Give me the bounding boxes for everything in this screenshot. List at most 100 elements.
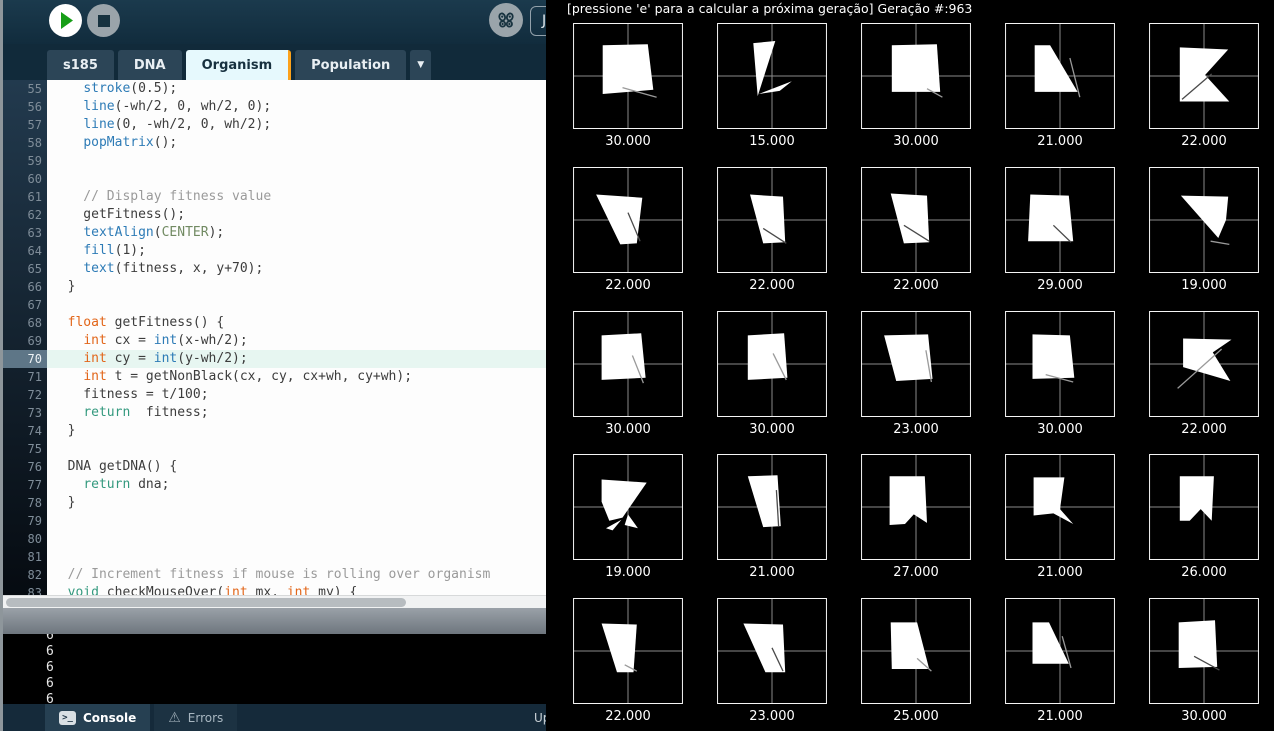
line-number[interactable]: 75 <box>3 440 47 458</box>
tab-menu-arrow[interactable]: ▼ <box>410 50 431 80</box>
line-number[interactable]: 80 <box>3 530 47 548</box>
line-number[interactable]: 70 <box>3 350 47 368</box>
code-line[interactable]: 64 fill(1); <box>3 242 546 260</box>
line-number[interactable]: 68 <box>3 314 47 332</box>
line-number[interactable]: 72 <box>3 386 47 404</box>
organism-canvas[interactable] <box>1005 311 1115 417</box>
line-number[interactable]: 65 <box>3 260 47 278</box>
organism-cell[interactable]: 21.000 <box>1005 454 1115 581</box>
organism-canvas[interactable] <box>1149 167 1259 273</box>
organism-canvas[interactable] <box>1005 598 1115 704</box>
horizontal-scrollbar[interactable] <box>0 595 546 608</box>
line-number[interactable]: 63 <box>3 224 47 242</box>
organism-canvas[interactable] <box>717 23 827 129</box>
code-editor[interactable]: 55 stroke(0.5);56 line(-wh/2, 0, wh/2, 0… <box>3 80 546 595</box>
line-number[interactable]: 81 <box>3 548 47 566</box>
code-line[interactable]: 63 textAlign(CENTER); <box>3 224 546 242</box>
updates-link[interactable]: Up <box>534 704 546 731</box>
line-number[interactable]: 79 <box>3 512 47 530</box>
organism-canvas[interactable] <box>1149 23 1259 129</box>
code-line[interactable]: 57 line(0, -wh/2, 0, wh/2); <box>3 116 546 134</box>
organism-canvas[interactable] <box>1149 598 1259 704</box>
organism-canvas[interactable] <box>573 311 683 417</box>
line-number[interactable]: 60 <box>3 170 47 188</box>
mode-selector-button[interactable]: J <box>530 6 546 36</box>
code-line[interactable]: 70 int cy = int(y-wh/2); <box>3 350 546 368</box>
organism-cell[interactable]: 22.000 <box>573 167 683 294</box>
organism-canvas[interactable] <box>861 167 971 273</box>
organism-cell[interactable]: 22.000 <box>1149 23 1259 150</box>
organism-cell[interactable]: 30.000 <box>1005 311 1115 438</box>
organism-canvas[interactable] <box>861 311 971 417</box>
scrollbar-thumb[interactable] <box>6 598 406 607</box>
organism-cell[interactable]: 21.000 <box>717 454 827 581</box>
code-line[interactable]: 61 // Display fitness value <box>3 188 546 206</box>
code-line[interactable]: 82 // Increment fitness if mouse is roll… <box>3 566 546 584</box>
code-line[interactable]: 83 void checkMouseOver(int mx, int my) { <box>3 584 546 595</box>
line-number[interactable]: 57 <box>3 116 47 134</box>
line-number[interactable]: 83 <box>3 584 47 595</box>
organism-cell[interactable]: 19.000 <box>573 454 683 581</box>
organism-cell[interactable]: 23.000 <box>861 311 971 438</box>
organism-canvas[interactable] <box>861 598 971 704</box>
line-number[interactable]: 55 <box>3 80 47 98</box>
organism-canvas[interactable] <box>1005 454 1115 560</box>
organism-canvas[interactable] <box>717 167 827 273</box>
organism-cell[interactable]: 19.000 <box>1149 167 1259 294</box>
organism-cell[interactable]: 21.000 <box>1005 598 1115 725</box>
tab-organism[interactable]: Organism <box>186 50 292 80</box>
organism-cell[interactable]: 30.000 <box>1149 598 1259 725</box>
organism-canvas[interactable] <box>717 454 827 560</box>
organism-cell[interactable]: 30.000 <box>573 23 683 150</box>
organism-canvas[interactable] <box>1149 454 1259 560</box>
line-number[interactable]: 59 <box>3 152 47 170</box>
run-button[interactable] <box>49 4 82 37</box>
organism-cell[interactable]: 22.000 <box>1149 311 1259 438</box>
organism-cell[interactable]: 22.000 <box>861 167 971 294</box>
code-line[interactable]: 66 } <box>3 278 546 296</box>
line-number[interactable]: 73 <box>3 404 47 422</box>
organism-canvas[interactable] <box>861 454 971 560</box>
code-line[interactable]: 58 popMatrix(); <box>3 134 546 152</box>
organism-cell[interactable]: 30.000 <box>861 23 971 150</box>
code-line[interactable]: 77 return dna; <box>3 476 546 494</box>
code-line[interactable]: 78 } <box>3 494 546 512</box>
organism-cell[interactable]: 22.000 <box>717 167 827 294</box>
code-line[interactable]: 67 <box>3 296 546 314</box>
code-line[interactable]: 60 <box>3 170 546 188</box>
code-line[interactable]: 65 text(fitness, x, y+70); <box>3 260 546 278</box>
organism-cell[interactable]: 30.000 <box>717 311 827 438</box>
code-line[interactable]: 56 line(-wh/2, 0, wh/2, 0); <box>3 98 546 116</box>
organism-canvas[interactable] <box>1005 167 1115 273</box>
code-line[interactable]: 74 } <box>3 422 546 440</box>
line-number[interactable]: 67 <box>3 296 47 314</box>
line-number[interactable]: 74 <box>3 422 47 440</box>
code-line[interactable]: 80 <box>3 530 546 548</box>
stop-button[interactable] <box>87 4 120 37</box>
line-number[interactable]: 61 <box>3 188 47 206</box>
line-number[interactable]: 76 <box>3 458 47 476</box>
line-number[interactable]: 77 <box>3 476 47 494</box>
tab-s185[interactable]: s185 <box>47 50 114 80</box>
organism-canvas[interactable] <box>1149 311 1259 417</box>
organism-canvas[interactable] <box>573 23 683 129</box>
tab-dna[interactable]: DNA <box>118 50 182 80</box>
organism-canvas[interactable] <box>717 311 827 417</box>
debug-button[interactable] <box>489 3 523 37</box>
code-line[interactable]: 55 stroke(0.5); <box>3 80 546 98</box>
organism-cell[interactable]: 27.000 <box>861 454 971 581</box>
code-line[interactable]: 73 return fitness; <box>3 404 546 422</box>
code-line[interactable]: 79 <box>3 512 546 530</box>
code-line[interactable]: 71 int t = getNonBlack(cx, cy, cx+wh, cy… <box>3 368 546 386</box>
line-number[interactable]: 82 <box>3 566 47 584</box>
organism-canvas[interactable] <box>861 23 971 129</box>
tab-population[interactable]: Population <box>295 50 406 80</box>
organism-cell[interactable]: 30.000 <box>573 311 683 438</box>
organism-canvas[interactable] <box>573 454 683 560</box>
organism-cell[interactable]: 29.000 <box>1005 167 1115 294</box>
code-line[interactable]: 72 fitness = t/100; <box>3 386 546 404</box>
code-line[interactable]: 76 DNA getDNA() { <box>3 458 546 476</box>
organism-canvas[interactable] <box>1005 23 1115 129</box>
organism-cell[interactable]: 22.000 <box>573 598 683 725</box>
tab-console[interactable]: >_ Console <box>45 704 150 731</box>
